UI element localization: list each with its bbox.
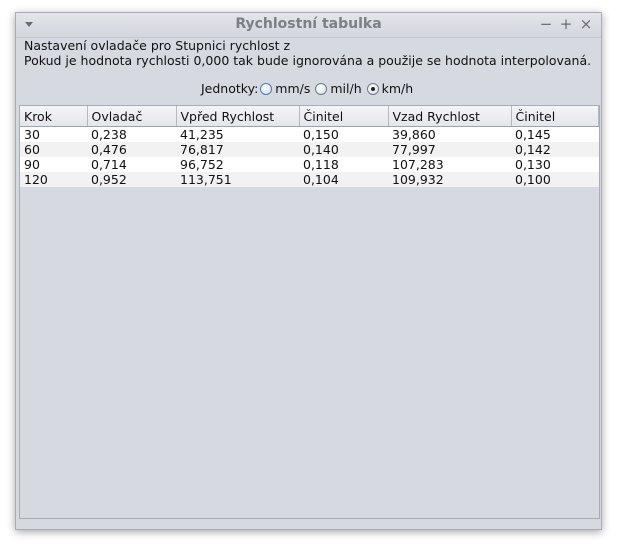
cell-cinitel-forward[interactable]: 0,104 <box>299 172 388 187</box>
cell-cinitel-reverse[interactable]: 0,100 <box>511 172 599 187</box>
cell-vzad-rychlost[interactable]: 77,997 <box>388 142 511 157</box>
cell-vpred-rychlost[interactable]: 41,235 <box>176 126 299 142</box>
units-label: Jednotky: <box>201 81 259 96</box>
column-header-ovladac[interactable]: Ovladač <box>87 106 177 127</box>
column-header-cinitel-forward[interactable]: Činitel <box>299 106 389 127</box>
info-text: Nastavení ovladače pro Stupnici rychlost… <box>24 38 591 68</box>
table-row[interactable]: 90 0,714 96,752 0,118 107,283 0,130 <box>20 157 599 172</box>
cell-ovladac[interactable]: 0,952 <box>87 172 176 187</box>
column-header-vpred-rychlost[interactable]: Vpřed Rychlost <box>176 106 300 127</box>
radio-km-h[interactable] <box>366 82 379 95</box>
cell-ovladac[interactable]: 0,714 <box>87 157 176 172</box>
radio-mm-s[interactable] <box>260 82 273 95</box>
cell-krok[interactable]: 30 <box>20 126 87 142</box>
column-header-krok[interactable]: Krok <box>20 106 88 127</box>
table-row[interactable]: 60 0,476 76,817 0,140 77,997 0,142 <box>20 142 599 157</box>
close-button[interactable]: × <box>577 15 595 33</box>
speed-table: Krok Ovladač Vpřed Rychlost Činitel Vzad… <box>20 106 599 187</box>
title-bar[interactable]: Rychlostní tabulka − + × <box>16 13 601 38</box>
cell-cinitel-reverse[interactable]: 0,130 <box>511 157 599 172</box>
speed-table-scrollpane[interactable]: Krok Ovladač Vpřed Rychlost Činitel Vzad… <box>19 105 600 519</box>
cell-cinitel-reverse[interactable]: 0,142 <box>511 142 599 157</box>
cell-cinitel-reverse[interactable]: 0,145 <box>511 126 599 142</box>
column-header-vzad-rychlost[interactable]: Vzad Rychlost <box>388 106 512 127</box>
radio-km-h-label[interactable]: km/h <box>382 81 414 96</box>
window-title: Rychlostní tabulka <box>235 16 382 32</box>
radio-mil-h-label[interactable]: mil/h <box>330 81 361 96</box>
speed-table-window: Rychlostní tabulka − + × Nastavení ovlad… <box>15 12 602 530</box>
cell-vzad-rychlost[interactable]: 39,860 <box>388 126 511 142</box>
column-header-cinitel-reverse[interactable]: Činitel <box>511 106 599 127</box>
cell-krok[interactable]: 120 <box>20 172 87 187</box>
cell-vzad-rychlost[interactable]: 107,283 <box>388 157 511 172</box>
cell-cinitel-forward[interactable]: 0,118 <box>299 157 388 172</box>
maximize-button[interactable]: + <box>557 15 575 33</box>
cell-ovladac[interactable]: 0,238 <box>87 126 176 142</box>
table-row[interactable]: 30 0,238 41,235 0,150 39,860 0,145 <box>20 126 599 142</box>
radio-mm-s-label[interactable]: mm/s <box>275 81 310 96</box>
radio-mil-h[interactable] <box>315 82 328 95</box>
info-line-2: Pokud je hodnota rychlosti 0,000 tak bud… <box>24 53 592 68</box>
cell-ovladac[interactable]: 0,476 <box>87 142 176 157</box>
table-header-row: Krok Ovladač Vpřed Rychlost Činitel Vzad… <box>20 106 599 127</box>
cell-vpred-rychlost[interactable]: 96,752 <box>176 157 299 172</box>
cell-cinitel-forward[interactable]: 0,150 <box>299 126 388 142</box>
cell-vzad-rychlost[interactable]: 109,932 <box>388 172 511 187</box>
cell-krok[interactable]: 90 <box>20 157 87 172</box>
cell-vpred-rychlost[interactable]: 113,751 <box>176 172 299 187</box>
cell-cinitel-forward[interactable]: 0,140 <box>299 142 388 157</box>
cell-krok[interactable]: 60 <box>20 142 87 157</box>
cell-vpred-rychlost[interactable]: 76,817 <box>176 142 299 157</box>
table-row[interactable]: 120 0,952 113,751 0,104 109,932 0,100 <box>20 172 599 187</box>
minimize-button[interactable]: − <box>537 15 555 33</box>
info-line-1: Nastavení ovladače pro Stupnici rychlost… <box>24 38 291 53</box>
units-selector: Jednotky: mm/s mil/h km/h <box>201 81 416 96</box>
